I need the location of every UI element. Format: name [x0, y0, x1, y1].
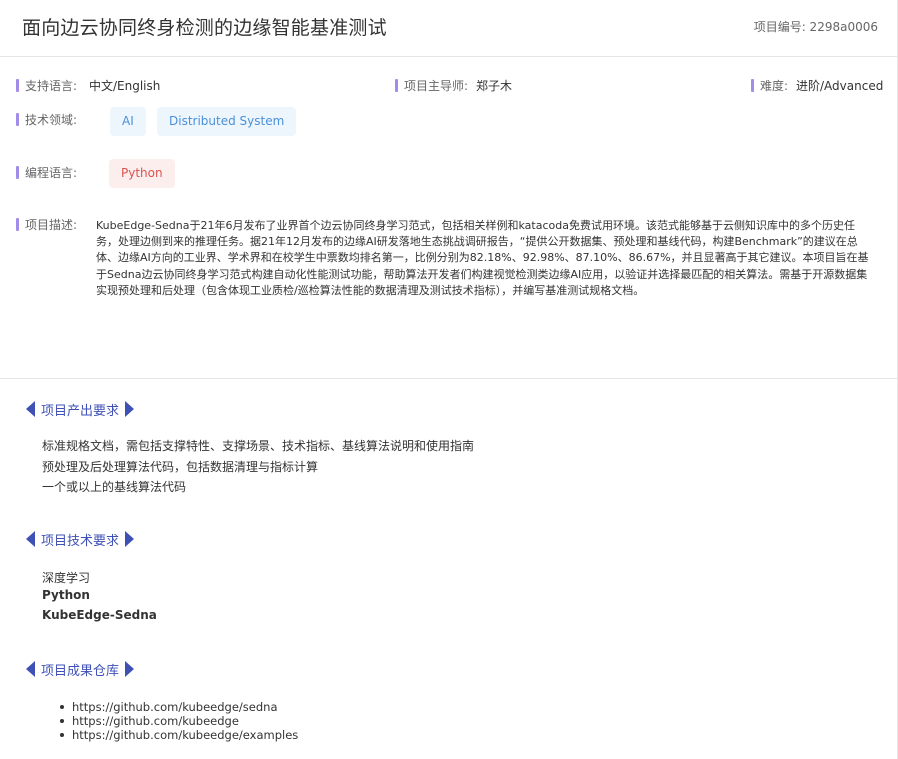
output-item: 预处理及后处理算法代码，包括数据清理与指标计算	[42, 460, 319, 474]
triangle-right-icon	[125, 531, 135, 547]
mentor-label-text: 项目主导师:	[404, 79, 469, 93]
project-info: 支持语言: 中文/English 项目主导师: 郑子木 难度: 进阶/Advan…	[0, 57, 897, 379]
section-tech-header: 项目技术要求	[26, 530, 135, 549]
label-bar-icon	[16, 218, 19, 231]
difficulty-label: 难度:	[751, 77, 788, 94]
label-bar-icon	[16, 166, 19, 179]
triangle-left-icon	[26, 401, 35, 417]
language-value: 中文/English	[89, 79, 161, 93]
section-repo-header: 项目成果仓库	[26, 660, 135, 679]
label-bar-icon	[751, 79, 754, 92]
tech-item: Python	[42, 588, 90, 602]
language-label-text: 支持语言:	[25, 79, 78, 93]
tech-item: 深度学习	[42, 571, 91, 585]
label-bar-icon	[395, 79, 398, 92]
project-id: 项目编号: 2298a0006	[753, 20, 878, 34]
mentor-label: 项目主导师:	[395, 77, 468, 94]
desc-label-text: 项目描述:	[25, 218, 78, 232]
repo-link[interactable]: https://github.com/kubeedge	[59, 714, 298, 728]
language-label: 支持语言:	[16, 77, 77, 94]
section-repo-title: 项目成果仓库	[41, 663, 120, 679]
page-header: 面向边云协同终身检测的边缘智能基准测试 项目编号: 2298a0006	[0, 0, 897, 57]
project-detail-page: 面向边云协同终身检测的边缘智能基准测试 项目编号: 2298a0006 支持语言…	[0, 0, 898, 759]
project-description: KubeEdge-Sedna于21年6月发布了业界首个边云协同终身学习范式，包括…	[96, 219, 869, 297]
prog-tag-python[interactable]: Python	[109, 159, 175, 188]
tech-field-label-text: 技术领域:	[25, 113, 78, 127]
section-tech-title: 项目技术要求	[41, 533, 120, 549]
label-bar-icon	[16, 113, 19, 126]
desc-label: 项目描述:	[16, 216, 77, 233]
page-title: 面向边云协同终身检测的边缘智能基准测试	[22, 17, 387, 39]
section-output-header: 项目产出要求	[26, 400, 135, 419]
tech-tag-distributed-system[interactable]: Distributed System	[157, 107, 297, 136]
mentor-value: 郑子木	[476, 79, 513, 93]
repo-link-list: https://github.com/kubeedge/sedna https:…	[59, 700, 298, 742]
repo-link[interactable]: https://github.com/kubeedge/sedna	[59, 700, 298, 714]
tech-field-label: 技术领域:	[16, 111, 77, 128]
prog-lang-label-text: 编程语言:	[25, 166, 78, 180]
label-bar-icon	[16, 79, 19, 92]
tech-tag-ai[interactable]: AI	[110, 107, 146, 136]
triangle-right-icon	[125, 401, 135, 417]
output-item: 一个或以上的基线算法代码	[42, 480, 187, 494]
triangle-right-icon	[125, 661, 135, 677]
difficulty-value: 进阶/Advanced	[796, 79, 884, 93]
prog-lang-label: 编程语言:	[16, 164, 77, 181]
repo-link[interactable]: https://github.com/kubeedge/examples	[59, 728, 298, 742]
triangle-left-icon	[26, 531, 35, 547]
tech-item: KubeEdge-Sedna	[42, 608, 157, 622]
section-output-title: 项目产出要求	[41, 403, 120, 419]
difficulty-label-text: 难度:	[760, 79, 789, 93]
triangle-left-icon	[26, 661, 35, 677]
output-item: 标准规格文档，需包括支撑特性、支撑场景、技术指标、基线算法说明和使用指南	[42, 439, 475, 453]
